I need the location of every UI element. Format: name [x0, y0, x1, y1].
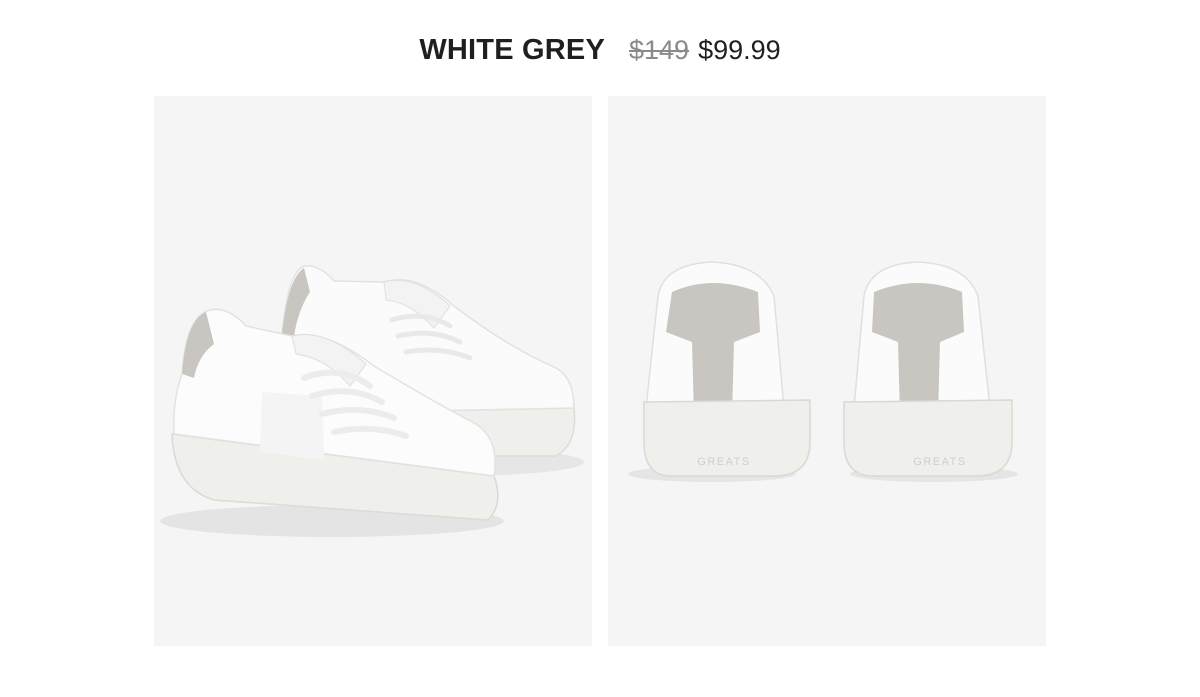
original-price: $149: [629, 35, 690, 65]
right-heel: GREATS: [843, 261, 1018, 482]
left-heel-brand: GREATS: [697, 456, 750, 468]
sale-price: $99.99: [698, 35, 781, 65]
sneaker-pair-back-view-image: GREATS GREATS: [628, 261, 1018, 482]
left-heel: GREATS: [628, 261, 811, 482]
product-title-row: WHITE GREY $149 $99.99: [0, 34, 1200, 74]
product-image-back-view[interactable]: GREATS GREATS: [608, 96, 1046, 646]
product-image-side-view[interactable]: [154, 96, 592, 646]
color-name: WHITE GREY: [419, 34, 605, 66]
right-heel-brand: GREATS: [913, 456, 966, 468]
sneaker-pair-side-view-image: [160, 265, 584, 537]
